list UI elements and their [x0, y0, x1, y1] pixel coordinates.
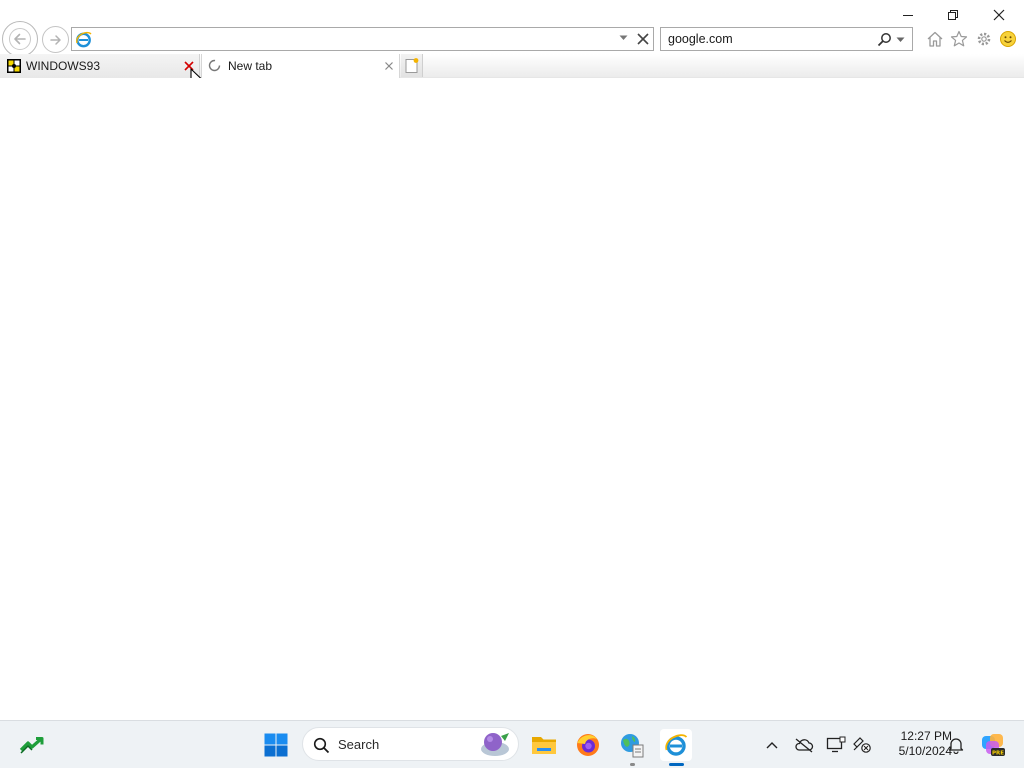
- browser-chrome: WINDOWS93 New tab: [0, 0, 1024, 89]
- forward-button[interactable]: [42, 26, 69, 53]
- taskbar: Search 12:27 PM 5/10/2024 PRE: [0, 720, 1024, 768]
- monitor-icon: [826, 736, 846, 753]
- restore-icon: [948, 10, 958, 20]
- search-highlight-icon: [481, 733, 509, 756]
- close-icon: [993, 9, 1005, 21]
- address-input[interactable]: [96, 30, 616, 48]
- favorites-button[interactable]: [949, 29, 969, 49]
- network-disconnected-icon: [853, 737, 871, 753]
- taskbar-clock[interactable]: 12:27 PM 5/10/2024: [874, 729, 952, 759]
- new-tab-icon: [405, 58, 419, 73]
- running-indicator: [630, 763, 635, 766]
- minimize-icon: [903, 15, 913, 16]
- tools-gear-icon: [977, 32, 991, 46]
- notifications-button[interactable]: [946, 735, 966, 755]
- firefox-button[interactable]: [572, 729, 604, 761]
- tab-windows93[interactable]: WINDOWS93: [0, 54, 200, 78]
- feedback-button[interactable]: [998, 29, 1018, 49]
- windows-logo-icon: [264, 733, 288, 757]
- page-content: [0, 78, 1024, 720]
- search-icon: [313, 737, 330, 754]
- loading-spinner-icon: [208, 59, 221, 72]
- clock-time: 12:27 PM: [900, 729, 952, 743]
- show-hidden-icons-button[interactable]: [762, 735, 782, 755]
- ie-logo-icon: [76, 31, 92, 48]
- favorites-star-icon: [950, 30, 968, 47]
- home-button[interactable]: [925, 29, 945, 49]
- restore-button[interactable]: [930, 2, 976, 28]
- copilot-pre-icon: PRE: [982, 734, 1005, 757]
- tab-strip: WINDOWS93 New tab: [0, 54, 1024, 78]
- folder-icon: [532, 737, 556, 754]
- globe-documents-icon: [621, 734, 644, 758]
- bell-icon: [948, 738, 964, 754]
- forward-arrow-icon: [49, 34, 61, 45]
- minimize-button[interactable]: [885, 2, 931, 28]
- search-icon[interactable]: [877, 32, 892, 47]
- search-input[interactable]: [668, 30, 868, 48]
- close-window-button[interactable]: [976, 2, 1022, 28]
- stocks-widget-icon: [19, 737, 44, 754]
- back-button[interactable]: [2, 21, 38, 57]
- start-button[interactable]: [260, 729, 292, 761]
- stop-icon[interactable]: [636, 32, 650, 46]
- display-tray-button[interactable]: [826, 735, 846, 755]
- tools-button[interactable]: [974, 29, 994, 49]
- network-app-button[interactable]: [616, 729, 648, 766]
- tab-label: New tab: [228, 59, 273, 73]
- internet-explorer-button[interactable]: [660, 729, 692, 766]
- chevron-up-icon: [766, 742, 778, 749]
- widgets-button[interactable]: [16, 729, 48, 761]
- svg-text:PRE: PRE: [992, 751, 1004, 757]
- network-tray-button[interactable]: [852, 735, 872, 755]
- chevron-down-icon[interactable]: [896, 37, 905, 43]
- home-icon: [927, 31, 943, 47]
- address-bar[interactable]: [71, 27, 654, 51]
- clock-date: 5/10/2024: [898, 744, 952, 758]
- firefox-icon: [577, 734, 599, 756]
- internet-explorer-icon: [665, 734, 688, 756]
- windows93-favicon-icon: [7, 59, 21, 73]
- copilot-button[interactable]: PRE: [980, 732, 1006, 758]
- chevron-down-icon[interactable]: [619, 35, 628, 41]
- back-arrow-icon: [9, 28, 31, 50]
- search-bar[interactable]: [660, 27, 913, 51]
- taskbar-search-box[interactable]: Search: [302, 727, 519, 761]
- tab-label: WINDOWS93: [26, 59, 101, 73]
- new-tab-button[interactable]: [401, 54, 423, 77]
- taskbar-search-label: Search: [338, 737, 380, 752]
- active-app-indicator: [669, 763, 684, 766]
- feedback-smiley-icon: [1000, 31, 1016, 47]
- tab-new-tab[interactable]: New tab: [201, 54, 400, 78]
- onedrive-tray-button[interactable]: [794, 735, 814, 755]
- cloud-offline-icon: [795, 738, 814, 753]
- file-explorer-button[interactable]: [528, 729, 560, 761]
- tab-close-icon[interactable]: [383, 60, 395, 72]
